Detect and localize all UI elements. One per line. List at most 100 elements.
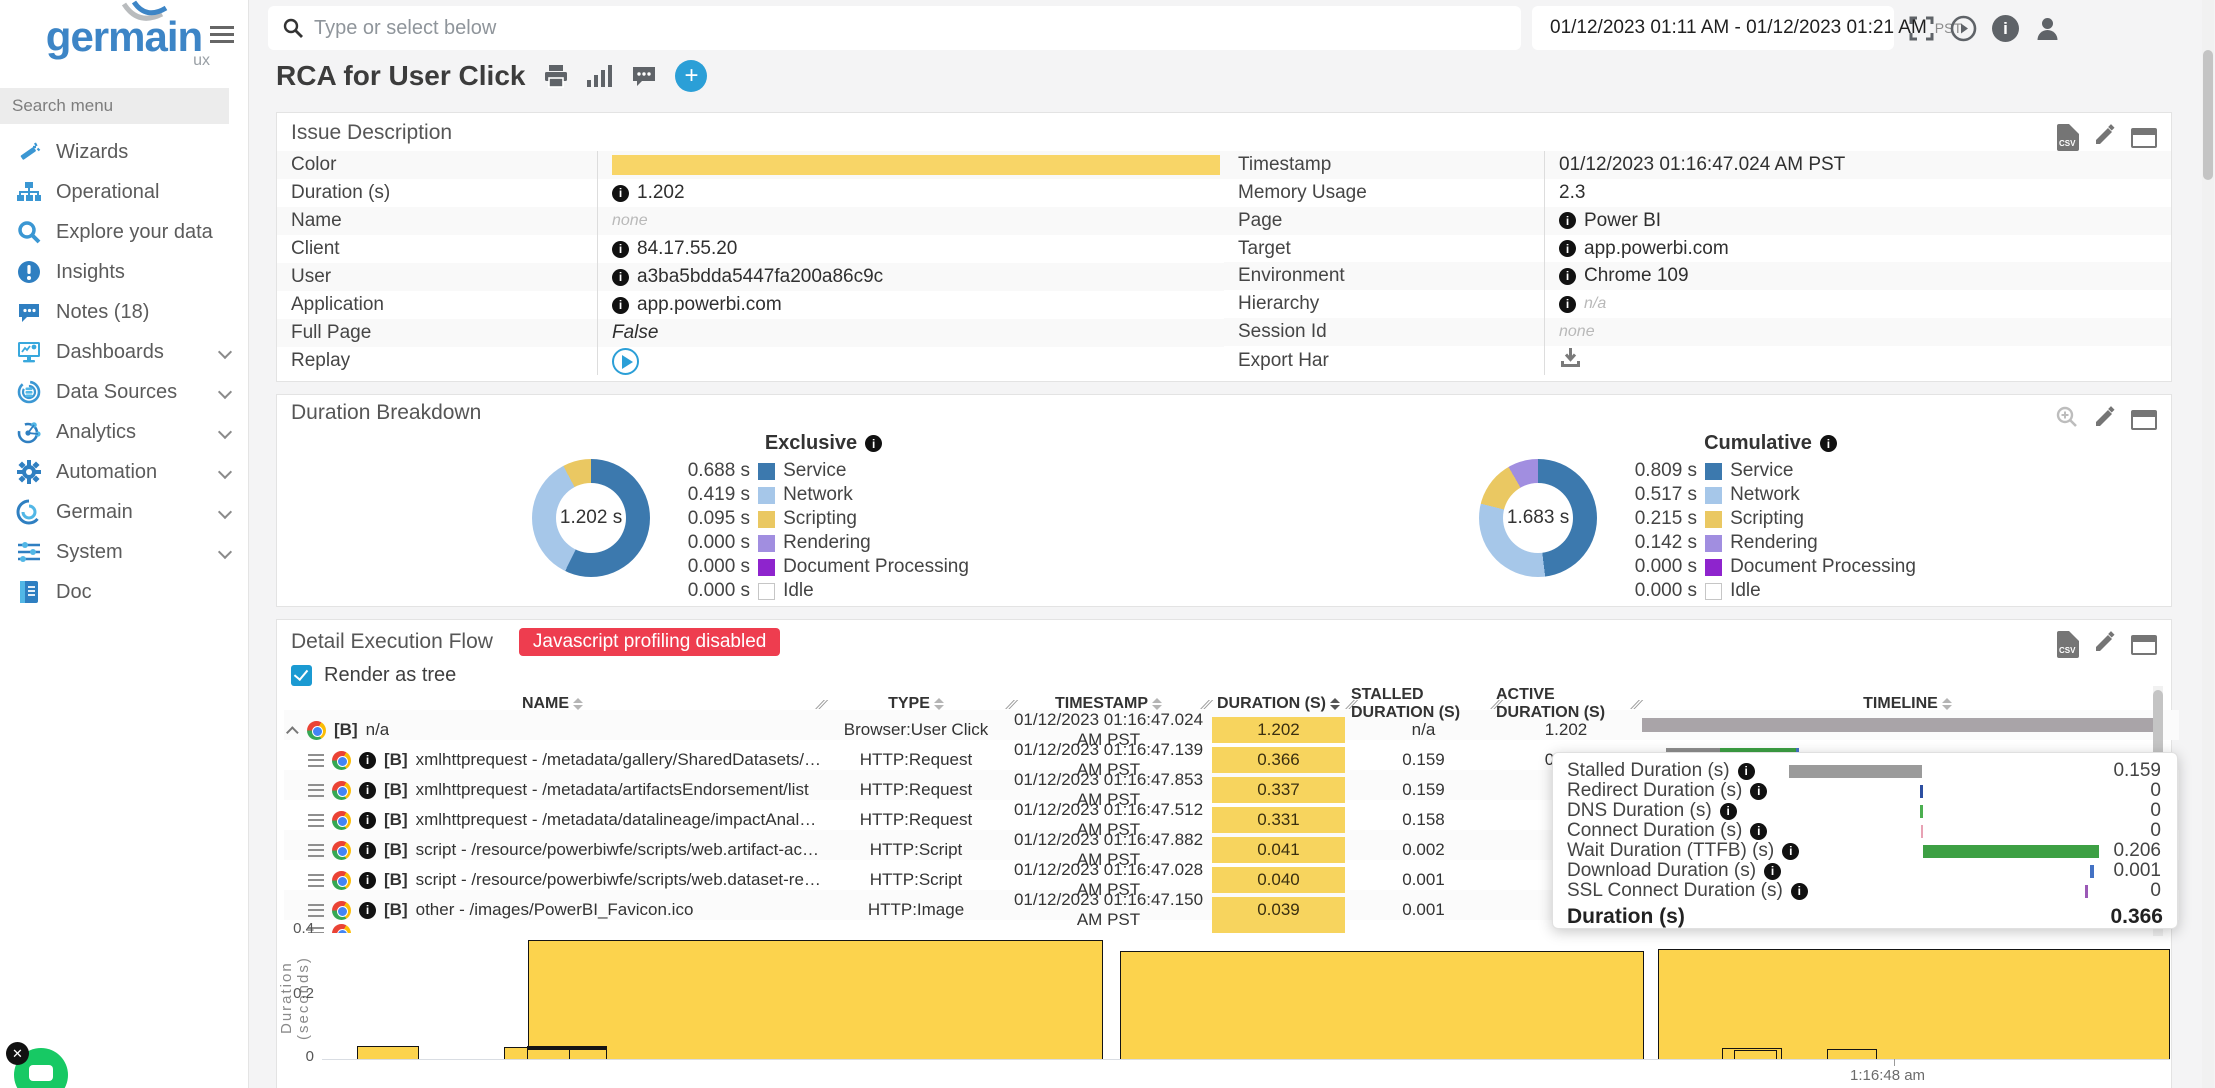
page-scrollbar-thumb[interactable] xyxy=(2203,50,2213,180)
col-duration[interactable]: DURATION (S)∕∕ xyxy=(1206,695,1351,713)
info-icon[interactable] xyxy=(1750,783,1767,800)
cumulative-donut-chart[interactable]: 1.683 s xyxy=(1479,459,1597,577)
legend-item: 0.095 sScripting xyxy=(678,507,969,531)
download-icon[interactable] xyxy=(1559,346,1582,375)
info-icon[interactable] xyxy=(865,435,882,452)
info-icon[interactable] xyxy=(612,269,629,286)
add-button[interactable]: + xyxy=(675,60,707,92)
sort-icon[interactable] xyxy=(573,698,583,710)
sidebar-item-explore-your-data[interactable]: Explore your data xyxy=(0,212,248,252)
info-icon[interactable] xyxy=(1559,296,1576,313)
row-menu-icon[interactable] xyxy=(308,874,324,887)
open-window-icon[interactable] xyxy=(2131,128,2157,148)
col-active-duration[interactable]: ACTIVE DURATION (S)∕∕ xyxy=(1496,686,1636,722)
info-icon[interactable] xyxy=(359,782,376,799)
date-range-picker[interactable]: 01/12/2023 01:11 AM - 01/12/2023 01:21 A… xyxy=(1532,6,1894,50)
sidebar-item-analytics[interactable]: Analytics xyxy=(0,412,248,452)
duration-cell: 0.040 xyxy=(1212,867,1345,893)
col-timestamp[interactable]: TIMESTAMP∕∕ xyxy=(1011,695,1206,713)
col-stalled-duration[interactable]: STALLED DURATION (S)∕∕ xyxy=(1351,686,1496,722)
sidebar-item-insights[interactable]: Insights xyxy=(0,252,248,292)
global-search-input[interactable] xyxy=(314,17,1507,40)
chart-bar[interactable] xyxy=(357,1046,419,1059)
field-value: 1.202 xyxy=(637,182,685,204)
info-icon[interactable] xyxy=(1820,435,1837,452)
export-csv-icon[interactable] xyxy=(2057,124,2079,151)
sort-icon[interactable] xyxy=(1942,698,1952,710)
info-icon[interactable] xyxy=(612,297,629,314)
print-icon[interactable] xyxy=(543,63,569,89)
scripting-color-box xyxy=(1705,511,1722,528)
row-menu-icon[interactable] xyxy=(308,784,324,797)
info-icon[interactable] xyxy=(1559,268,1576,285)
info-icon[interactable] xyxy=(359,842,376,859)
sidebar-item-data-sources[interactable]: Data Sources xyxy=(0,372,248,412)
collapse-caret-icon[interactable] xyxy=(286,726,299,739)
chart-bar[interactable] xyxy=(1734,1050,1777,1059)
table-row[interactable]: [B]n/a Browser:User Click 01/12/2023 01:… xyxy=(284,710,2179,740)
replay-play-button[interactable] xyxy=(612,348,639,375)
row-menu-icon[interactable] xyxy=(308,754,324,767)
chart-bar[interactable] xyxy=(1120,951,1644,1059)
fullscreen-icon[interactable] xyxy=(1908,15,1935,42)
info-icon[interactable] xyxy=(359,902,376,919)
chart-plot-area[interactable]: 1:16:48 am xyxy=(322,925,2170,1060)
legend-item: 0.215 sScripting xyxy=(1625,507,1916,531)
sidebar-item-operational[interactable]: Operational xyxy=(0,172,248,212)
field-label: Full Page xyxy=(277,322,597,344)
sidebar-search-input[interactable] xyxy=(0,88,229,124)
sidebar-item-dashboards[interactable]: Dashboards xyxy=(0,332,248,372)
sort-icon[interactable] xyxy=(1152,698,1162,710)
sort-icon[interactable] xyxy=(934,698,944,710)
info-icon[interactable] xyxy=(1559,212,1576,229)
info-icon[interactable] xyxy=(1738,763,1755,780)
row-menu-icon[interactable] xyxy=(308,904,324,917)
info-icon[interactable] xyxy=(1791,883,1808,900)
sidebar-item-notes[interactable]: Notes (18) xyxy=(0,292,248,332)
info-icon[interactable] xyxy=(1750,823,1767,840)
sidebar-item-doc[interactable]: Doc xyxy=(0,572,248,612)
info-icon[interactable] xyxy=(359,872,376,889)
play-circle-icon[interactable] xyxy=(1950,15,1977,42)
row-menu-icon[interactable] xyxy=(308,814,324,827)
info-icon[interactable] xyxy=(359,752,376,769)
info-icon[interactable] xyxy=(612,241,629,258)
open-window-icon[interactable] xyxy=(2131,410,2157,430)
sidebar-item-automation[interactable]: Automation xyxy=(0,452,248,492)
info-icon[interactable] xyxy=(1559,240,1576,257)
hamburger-menu-icon[interactable] xyxy=(210,26,234,43)
sidebar-item-label: System xyxy=(56,541,123,564)
user-icon[interactable] xyxy=(2034,15,2061,42)
col-name[interactable]: NAME∕∕ xyxy=(284,695,821,713)
exclusive-donut-chart[interactable]: 1.202 s xyxy=(532,459,650,577)
col-type[interactable]: TYPE∕∕ xyxy=(821,695,1011,713)
edit-icon[interactable] xyxy=(2093,630,2117,659)
chat-close-icon[interactable]: ✕ xyxy=(6,1042,29,1065)
service-color-box xyxy=(1705,463,1722,480)
comment-icon[interactable] xyxy=(631,63,657,89)
sidebar-item-system[interactable]: System xyxy=(0,532,248,572)
info-icon[interactable] xyxy=(359,812,376,829)
info-icon[interactable] xyxy=(1782,843,1799,860)
info-icon[interactable]: i xyxy=(1992,15,2019,42)
cumulative-breakdown: 1.683 s Cumulative 0.809 sService 0.517 … xyxy=(1224,429,2171,606)
info-icon[interactable] xyxy=(1720,803,1737,820)
monitor-icon xyxy=(16,339,42,365)
sidebar-item-wizards[interactable]: Wizards xyxy=(0,132,248,172)
info-icon[interactable] xyxy=(1764,863,1781,880)
chart-bar[interactable] xyxy=(1658,949,2170,1059)
chart-bar[interactable] xyxy=(527,1046,607,1059)
checkbox-checked-icon[interactable] xyxy=(291,665,312,686)
export-csv-icon[interactable] xyxy=(2057,631,2079,658)
render-as-tree-checkbox[interactable]: Render as tree xyxy=(291,664,456,687)
sort-icon[interactable] xyxy=(1330,698,1340,710)
row-menu-icon[interactable] xyxy=(308,844,324,857)
chart-bars-icon[interactable] xyxy=(587,65,613,87)
open-window-icon[interactable] xyxy=(2131,635,2157,655)
chart-bar[interactable] xyxy=(1827,1049,1877,1059)
info-icon[interactable] xyxy=(612,185,629,202)
chart-bar[interactable] xyxy=(528,940,1103,1059)
edit-icon[interactable] xyxy=(2093,123,2117,152)
page-scrollbar-track[interactable] xyxy=(2202,0,2214,1088)
sidebar-item-germain[interactable]: Germain xyxy=(0,492,248,532)
